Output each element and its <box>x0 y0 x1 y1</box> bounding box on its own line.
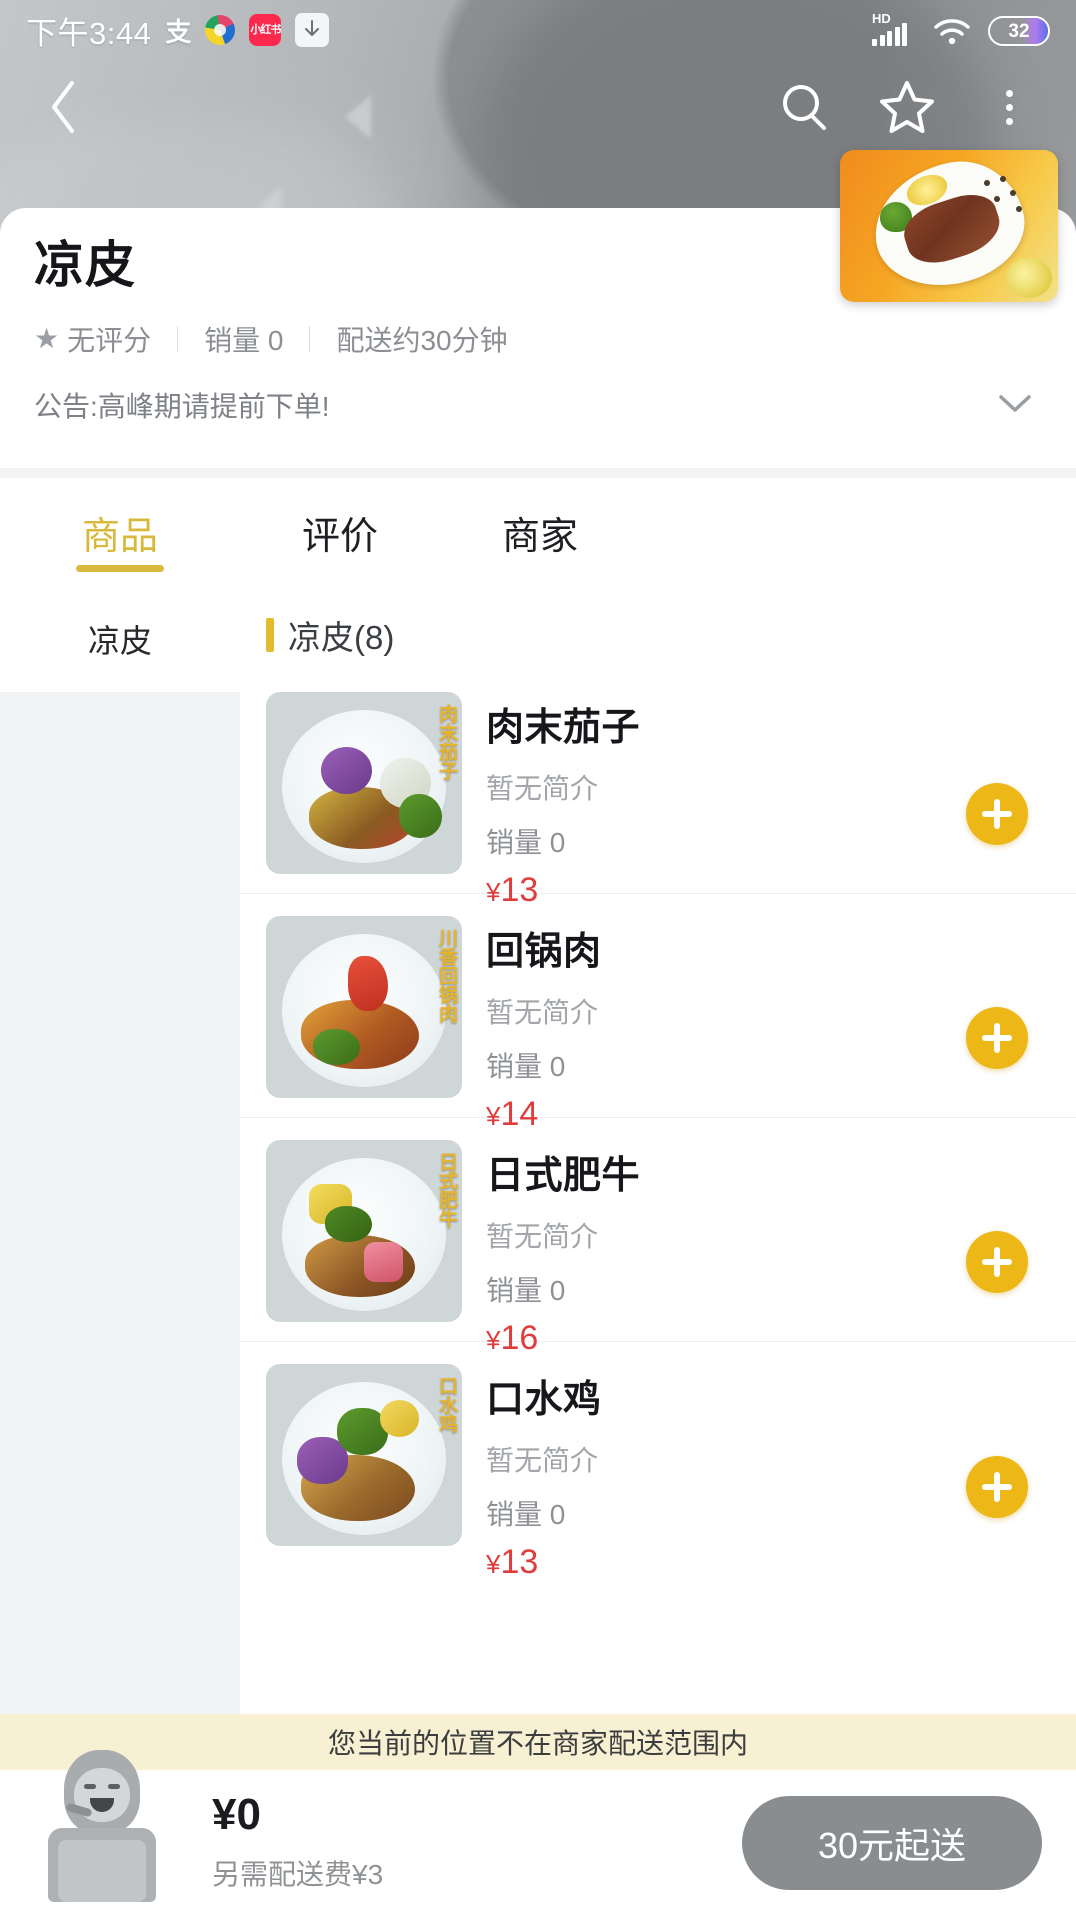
currency-symbol: ¥ <box>486 1549 501 1579</box>
thumb-text-label: 肉末茄子 <box>436 704 457 780</box>
meta-divider <box>309 326 311 352</box>
alipay-icon: 支 <box>165 16 192 47</box>
rider-eye <box>84 1784 96 1789</box>
plus-icon <box>994 1247 1000 1277</box>
add-to-cart-button[interactable] <box>966 1231 1028 1293</box>
tab-label: 商家 <box>501 515 578 558</box>
status-bar-right: HD 32 <box>872 11 1050 46</box>
rider-delivery-box <box>58 1840 146 1902</box>
product-item[interactable]: 日式肥牛 日式肥牛 暂无简介 销量 0 ¥16 <box>240 1118 1076 1357</box>
navigation-bar <box>0 62 1076 152</box>
thumb-text-label: 日式肥牛 <box>436 1152 457 1228</box>
search-icon[interactable] <box>774 76 836 138</box>
wifi-icon <box>932 16 972 46</box>
product-name: 口水鸡 <box>486 1379 602 1421</box>
category-accent-bar <box>266 618 274 652</box>
product-name: 回锅肉 <box>486 931 602 973</box>
shop-announcement[interactable]: 公告:高峰期请提前下单! <box>34 385 1042 447</box>
shop-meta: ★ 无评分 销量 0 配送约30分钟 <box>34 319 1042 359</box>
announcement-text: 公告:高峰期请提前下单! <box>34 391 330 422</box>
product-thumbnail[interactable]: 日式肥牛 <box>266 1140 462 1322</box>
shop-logo[interactable] <box>840 150 1058 302</box>
rider-eye <box>108 1784 120 1789</box>
status-time: 下午3:44 <box>26 15 152 51</box>
battery-percent: 32 <box>1008 20 1030 42</box>
colorball-icon <box>205 15 236 45</box>
tab-active-underline <box>76 565 164 572</box>
add-to-cart-button[interactable] <box>966 1007 1028 1069</box>
delivery-fee: 另需配送费¥3 <box>212 1859 384 1890</box>
thumb-text-label: 口水鸡 <box>436 1376 457 1433</box>
cart-total: ¥0 <box>212 1790 261 1839</box>
cart-bar: ¥0 另需配送费¥3 30元起送 <box>0 1750 1076 1916</box>
plus-icon <box>994 1023 1000 1053</box>
more-dots-icon[interactable] <box>978 76 1040 138</box>
sidebar-item-label: 凉皮 <box>87 623 152 659</box>
back-button[interactable] <box>30 74 96 140</box>
status-bar-left: 下午3:44 支 小红书 <box>26 8 330 53</box>
plus-icon <box>994 799 1000 829</box>
chevron-down-icon[interactable] <box>998 388 1042 422</box>
price-value: 13 <box>500 1543 539 1581</box>
thumb-food <box>379 1400 419 1437</box>
tab-label: 评价 <box>301 515 378 558</box>
battery-icon: 32 <box>988 16 1050 46</box>
thumb-food <box>399 793 443 838</box>
plus-icon <box>994 1472 1000 1502</box>
thumb-text-label: 川香回锅肉 <box>436 928 457 1023</box>
product-item[interactable]: 肉末茄子 肉末茄子 暂无简介 销量 0 ¥13 <box>240 670 1076 909</box>
shop-sales: 销量 0 <box>204 325 284 356</box>
add-to-cart-button[interactable] <box>966 1456 1028 1518</box>
rider-mouth <box>90 1798 114 1812</box>
product-name: 日式肥牛 <box>486 1155 641 1197</box>
product-item[interactable]: 川香回锅肉 回锅肉 暂无简介 销量 0 ¥14 <box>240 894 1076 1133</box>
category-header: 凉皮(8) <box>240 600 1076 670</box>
add-to-cart-button[interactable] <box>966 783 1028 845</box>
thumb-food <box>364 1241 404 1282</box>
product-thumbnail[interactable]: 口水鸡 <box>266 1364 462 1546</box>
xiaohongshu-icon: 小红书 <box>249 14 282 46</box>
status-bar: 下午3:44 支 小红书 HD 32 <box>0 0 1076 60</box>
thumb-food <box>348 956 388 1011</box>
meta-divider <box>177 326 179 352</box>
thumb-food <box>324 1205 372 1242</box>
sidebar-item-liangpi[interactable]: 凉皮 <box>0 586 240 692</box>
navigation-actions <box>774 76 1046 138</box>
category-sidebar: 凉皮 <box>0 586 240 1726</box>
logo-garnish <box>980 176 1030 216</box>
tab-products[interactable]: 商品 <box>0 478 240 586</box>
star-icon[interactable] <box>876 76 938 138</box>
logo-lemon-secondary <box>1006 258 1052 298</box>
shop-rating: 无评分 <box>67 325 152 356</box>
thumb-food <box>320 746 372 794</box>
place-order-button[interactable]: 30元起送 <box>742 1796 1042 1890</box>
product-item[interactable]: 口水鸡 口水鸡 暂无简介 销量 0 ¥13 <box>240 1342 1076 1581</box>
product-name: 肉末茄子 <box>486 707 641 749</box>
tab-reviews[interactable]: 评价 <box>240 478 440 586</box>
warning-text: 您当前的位置不在商家配送范围内 <box>327 1728 748 1759</box>
thumb-food <box>313 1028 361 1066</box>
product-price: ¥13 <box>486 1543 1076 1582</box>
cart-summary: ¥0 另需配送费¥3 <box>212 1793 383 1893</box>
star-rating-icon: ★ <box>34 323 60 354</box>
shop-delivery-time: 配送约30分钟 <box>336 325 508 356</box>
tab-bar: 商品 评价 商家 <box>0 478 1076 586</box>
rider-cart-icon[interactable] <box>36 1744 168 1904</box>
product-thumbnail[interactable]: 肉末茄子 <box>266 692 462 874</box>
download-icon <box>295 13 330 47</box>
category-title: 凉皮(8) <box>288 619 395 656</box>
product-thumbnail[interactable]: 川香回锅肉 <box>266 916 462 1098</box>
tab-label: 商品 <box>81 515 158 558</box>
product-list[interactable]: 凉皮(8) 肉末茄子 肉末茄子 暂无简介 销量 0 ¥13 川香回锅肉 回锅肉 … <box>240 586 1076 1726</box>
signal-icon: HD <box>872 11 916 46</box>
order-button-label: 30元起送 <box>817 1825 967 1866</box>
tab-merchant[interactable]: 商家 <box>440 478 640 586</box>
section-divider <box>0 468 1076 478</box>
